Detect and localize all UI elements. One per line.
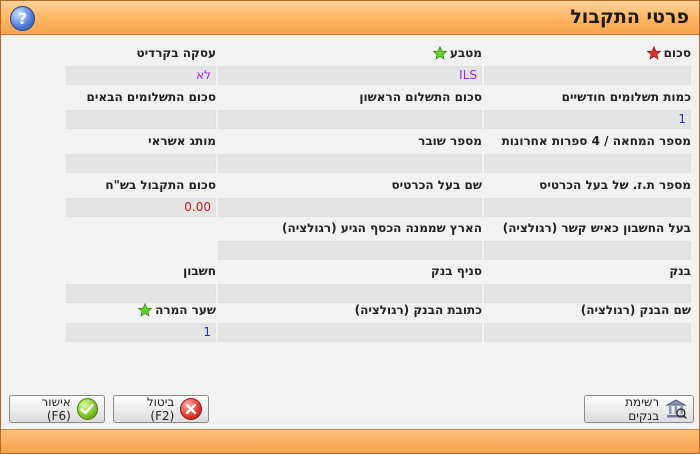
field-next-payments: סכום התשלומים הבאים xyxy=(66,90,216,132)
card-number-input[interactable] xyxy=(484,154,691,173)
field-label: סכום התשלום הראשון xyxy=(359,90,482,104)
field-label: כתובת הבנק (רגולציה) xyxy=(354,303,482,317)
form-area: סכום מטבע ILS עסקה בקרדיט לא כמות תשלומי… xyxy=(1,36,699,421)
monthly-payments-input[interactable]: 1 xyxy=(484,110,691,129)
field-credit-brand: מותג אשראי xyxy=(66,134,216,176)
field-holder-name: שם בעל הכרטיס xyxy=(218,178,482,220)
field-label: חשבון xyxy=(183,264,216,278)
banks-list-button[interactable]: רשימת בנקים xyxy=(584,395,694,423)
field-credit-deal: עסקה בקרדיט לא xyxy=(66,46,216,88)
field-exchange-rate: שער המרה 1 xyxy=(66,303,216,345)
field-label: מספר ת.ז. של בעל הכרטיס xyxy=(539,178,691,192)
field-label: הארץ שממנה הכסף הגיע (רגולציה) xyxy=(282,221,482,235)
red-star-icon xyxy=(646,46,661,60)
field-holder-id: מספר ת.ז. של בעל הכרטיס xyxy=(484,178,691,220)
branch-input[interactable] xyxy=(218,284,482,303)
field-label: כמות תשלומים חודשיים xyxy=(561,90,691,104)
holder-name-input[interactable] xyxy=(218,198,482,217)
field-label: בנק xyxy=(669,264,691,278)
holder-id-input[interactable] xyxy=(484,198,691,217)
field-first-payment: סכום התשלום הראשון xyxy=(218,90,482,132)
field-card-number: מספר המחאה / 4 ספרות אחרונות xyxy=(484,134,691,176)
field-label: מספר שובר xyxy=(418,134,482,148)
green-star-icon xyxy=(138,303,153,317)
field-branch: סניף בנק xyxy=(218,264,482,306)
field-currency: מטבע ILS xyxy=(218,46,482,88)
field-label: שם הבנק (רגולציה) xyxy=(580,303,691,317)
field-bank-address: כתובת הבנק (רגולציה) xyxy=(218,303,482,345)
field-sum: סכום xyxy=(484,46,691,88)
bank-input[interactable] xyxy=(484,284,691,303)
banks-list-label: רשימת בנקים xyxy=(625,395,660,423)
field-label: סניף בנק xyxy=(431,264,482,278)
status-bar xyxy=(1,429,699,453)
field-label: סכום xyxy=(663,46,691,60)
field-label: בעל החשבון כאיש קשר (רגולציה) xyxy=(502,221,691,235)
field-bank: בנק xyxy=(484,264,691,306)
field-sum-nis: סכום התקבול בש"ח 0.00 xyxy=(66,178,216,220)
bank-name-input[interactable] xyxy=(484,323,691,342)
field-label: מטבע xyxy=(449,46,482,60)
account-holder-input[interactable] xyxy=(484,241,691,260)
currency-select[interactable]: ILS xyxy=(218,66,482,85)
sum-nis-value: 0.00 xyxy=(66,198,216,217)
field-label: מספר המחאה / 4 ספרות אחרונות xyxy=(501,134,691,148)
exchange-rate-input[interactable]: 1 xyxy=(66,323,216,342)
account-input[interactable] xyxy=(66,284,216,303)
credit-brand-select[interactable] xyxy=(66,154,216,173)
window-title: פרטי התקבול xyxy=(570,6,689,28)
cancel-icon xyxy=(180,398,202,420)
field-account-holder: בעל החשבון כאיש קשר (רגולציה) xyxy=(484,221,691,263)
origin-country-select[interactable] xyxy=(218,241,482,260)
confirm-label: אישור (F6) xyxy=(41,395,71,423)
field-label: שם בעל הכרטיס xyxy=(391,178,483,192)
first-payment-input[interactable] xyxy=(218,110,482,129)
help-button[interactable]: ? xyxy=(10,6,35,31)
checkmark-icon xyxy=(76,398,98,420)
cancel-button[interactable]: ביטול (F2) xyxy=(113,395,209,423)
bank-icon xyxy=(665,399,687,419)
green-star-icon xyxy=(432,46,447,60)
field-bank-name: שם הבנק (רגולציה) xyxy=(484,303,691,345)
cancel-label: ביטול (F2) xyxy=(146,395,175,423)
sum-input[interactable] xyxy=(484,66,691,85)
field-account: חשבון xyxy=(66,264,216,306)
field-label: סכום התשלומים הבאים xyxy=(86,90,216,104)
bank-address-input[interactable] xyxy=(218,323,482,342)
credit-deal-select[interactable]: לא xyxy=(66,66,216,85)
field-label: מותג אשראי xyxy=(148,134,216,148)
next-payments-input[interactable] xyxy=(66,110,216,129)
field-label: סכום התקבול בש"ח xyxy=(105,178,216,192)
field-origin-country: הארץ שממנה הכסף הגיע (רגולציה) xyxy=(218,221,482,263)
field-monthly-payments: כמות תשלומים חודשיים 1 xyxy=(484,90,691,132)
title-bar: ? פרטי התקבול xyxy=(1,1,699,35)
field-label: עסקה בקרדיט xyxy=(136,46,216,60)
confirm-button[interactable]: אישור (F6) xyxy=(9,395,105,423)
receipt-details-window: ? פרטי התקבול סכום מטבע ILS עסקה בקרדיט … xyxy=(0,0,700,454)
voucher-input[interactable] xyxy=(218,154,482,173)
field-voucher: מספר שובר xyxy=(218,134,482,176)
field-label: שער המרה xyxy=(155,303,216,317)
